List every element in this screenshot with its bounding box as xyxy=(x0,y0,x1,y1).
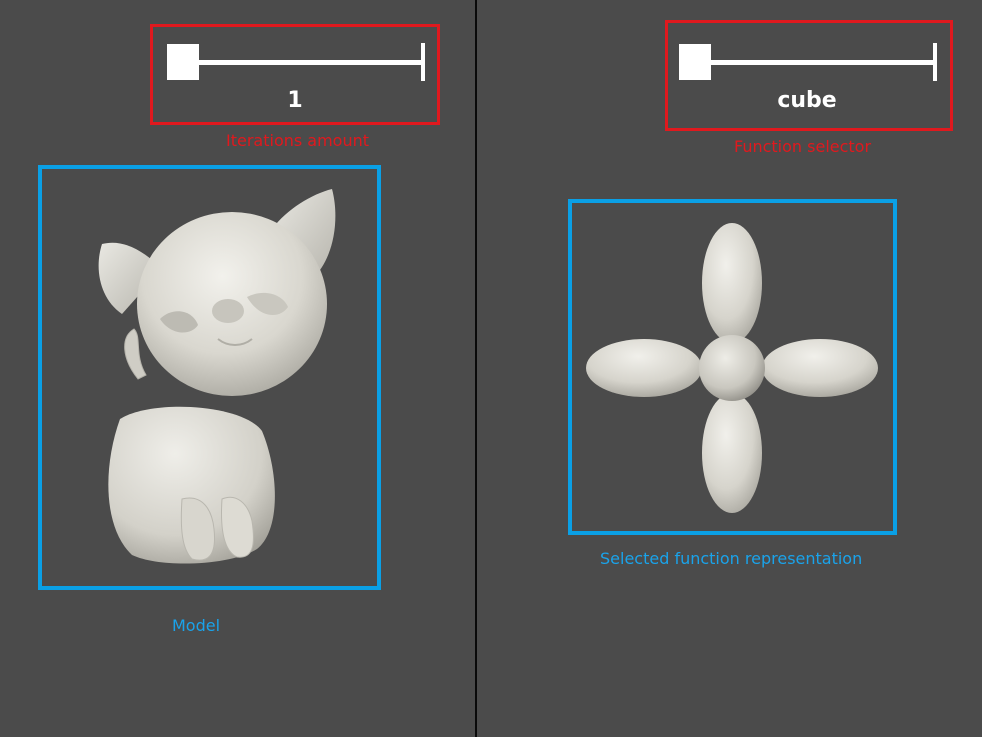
function-selector-label: Function selector xyxy=(734,137,872,156)
function-selector-slider-track[interactable] xyxy=(685,60,937,65)
render-window: 1 Iterations amount cube Function select… xyxy=(0,0,982,737)
iterations-label: Iterations amount xyxy=(226,131,370,150)
iterations-slider-handle[interactable] xyxy=(167,44,199,80)
iterations-value: 1 xyxy=(287,88,303,113)
function-viewport[interactable] xyxy=(572,203,893,531)
function-representation-label: Selected function representation xyxy=(600,549,863,568)
model-label: Model xyxy=(172,616,221,635)
function-selector-slider-handle[interactable] xyxy=(679,44,711,80)
model-viewport[interactable] xyxy=(42,169,377,586)
iterations-slider-track[interactable] xyxy=(173,60,425,65)
iterations-slider[interactable] xyxy=(167,43,425,83)
viewport-divider xyxy=(475,0,477,737)
function-selector-slider[interactable] xyxy=(679,43,937,83)
cat-model xyxy=(98,189,336,564)
function-selector-slider-endcap xyxy=(933,43,937,81)
function-selector-value: cube xyxy=(777,88,837,113)
four-lobe-shape xyxy=(586,223,878,513)
iterations-slider-endcap xyxy=(421,43,425,81)
